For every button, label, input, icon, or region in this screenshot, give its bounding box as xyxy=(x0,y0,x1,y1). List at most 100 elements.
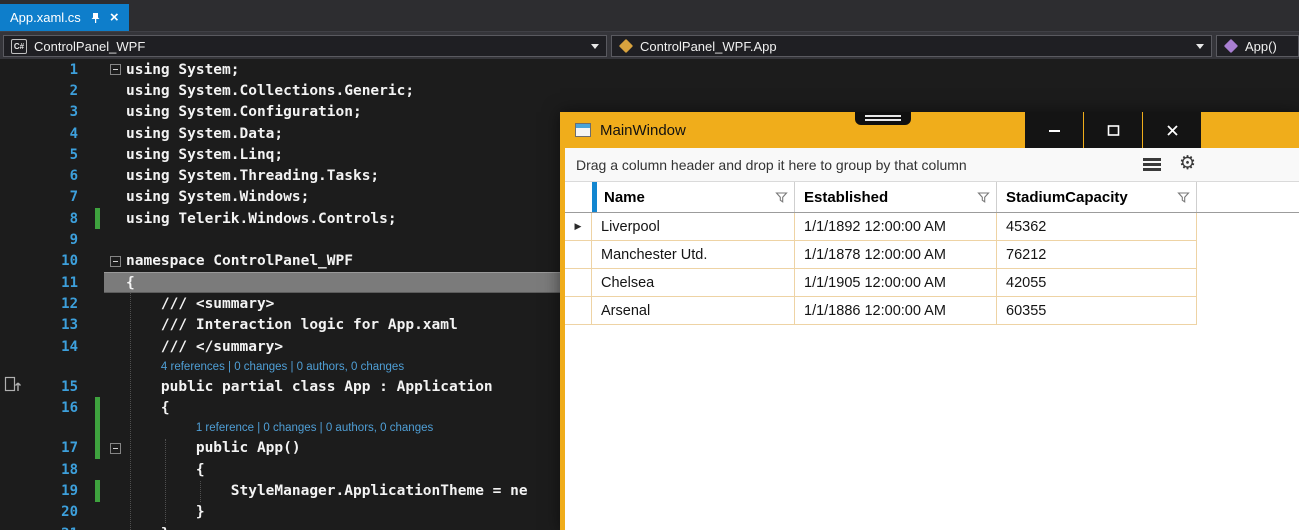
grid-menu-icon[interactable] xyxy=(1143,158,1161,173)
table-cell[interactable]: 42055 xyxy=(997,269,1197,297)
code-text[interactable]: /// <summary> xyxy=(126,296,274,312)
fold-collapse-icon[interactable] xyxy=(110,64,121,75)
breakpoint-margin[interactable] xyxy=(0,80,30,101)
line-number[interactable]: 16 xyxy=(30,400,78,416)
column-header-established[interactable]: Established xyxy=(795,182,997,212)
member-dropdown[interactable]: App() xyxy=(1216,35,1299,57)
table-cell[interactable]: Chelsea xyxy=(592,269,795,297)
code-text[interactable]: /// Interaction logic for App.xaml xyxy=(126,317,458,333)
tab-app-xaml-cs[interactable]: App.xaml.cs × xyxy=(0,4,129,31)
line-number[interactable]: 14 xyxy=(30,339,78,355)
line-number[interactable]: 11 xyxy=(30,275,78,291)
code-line[interactable]: 1using System; xyxy=(0,59,1299,80)
line-number[interactable]: 17 xyxy=(30,440,78,456)
line-number[interactable]: 7 xyxy=(30,189,78,205)
line-number[interactable]: 5 xyxy=(30,147,78,163)
code-text[interactable]: using System.Threading.Tasks; xyxy=(126,168,379,184)
line-number[interactable]: 2 xyxy=(30,83,78,99)
code-text[interactable]: } xyxy=(126,526,170,530)
breakpoint-margin[interactable] xyxy=(0,165,30,186)
column-header-stadiumcapacity[interactable]: StadiumCapacity xyxy=(997,182,1197,212)
row-indicator-cell[interactable] xyxy=(565,241,592,269)
code-text[interactable]: /// </summary> xyxy=(126,339,283,355)
breakpoint-margin[interactable] xyxy=(0,438,30,459)
breakpoint-margin[interactable] xyxy=(0,293,30,314)
breakpoint-margin[interactable] xyxy=(0,208,30,229)
table-cell[interactable]: 1/1/1886 12:00:00 AM xyxy=(795,297,997,325)
code-text[interactable]: using System.Linq; xyxy=(126,147,283,163)
breakpoint-margin[interactable] xyxy=(0,397,30,418)
table-row[interactable]: Arsenal1/1/1886 12:00:00 AM60355 xyxy=(565,297,1299,325)
breakpoint-margin[interactable] xyxy=(0,336,30,357)
table-cell[interactable]: 1/1/1878 12:00:00 AM xyxy=(795,241,997,269)
settings-gear-icon[interactable]: ⚙ xyxy=(1179,152,1196,174)
code-text[interactable]: using System.Windows; xyxy=(126,189,309,205)
breakpoint-margin[interactable] xyxy=(0,502,30,523)
code-text[interactable]: namespace ControlPanel_WPF xyxy=(126,253,353,269)
filter-icon[interactable] xyxy=(1177,191,1190,204)
code-text[interactable]: { xyxy=(126,275,135,291)
row-indicator-cell[interactable] xyxy=(565,269,592,297)
table-cell[interactable]: Liverpool xyxy=(592,213,795,241)
project-dropdown[interactable]: C# ControlPanel_WPF xyxy=(3,35,607,57)
line-number[interactable]: 21 xyxy=(30,526,78,530)
close-button[interactable] xyxy=(1143,112,1201,148)
breakpoint-margin[interactable] xyxy=(0,59,30,80)
line-number[interactable]: 3 xyxy=(30,104,78,120)
code-text[interactable]: using System; xyxy=(126,62,240,78)
row-indicator-cell[interactable]: ▶ xyxy=(565,213,592,241)
table-cell[interactable]: 60355 xyxy=(997,297,1197,325)
table-row[interactable]: Manchester Utd.1/1/1878 12:00:00 AM76212 xyxy=(565,241,1299,269)
table-cell[interactable]: Manchester Utd. xyxy=(592,241,795,269)
pin-icon[interactable] xyxy=(90,12,101,24)
column-header-name[interactable]: Name xyxy=(592,182,795,212)
fold-collapse-icon[interactable] xyxy=(110,256,121,267)
table-row[interactable]: Chelsea1/1/1905 12:00:00 AM42055 xyxy=(565,269,1299,297)
code-line[interactable]: 2 using System.Collections.Generic; xyxy=(0,80,1299,101)
type-dropdown[interactable]: ControlPanel_WPF.App xyxy=(611,35,1212,57)
code-text[interactable]: } xyxy=(126,504,205,520)
codelens-text[interactable]: 1 reference | 0 changes | 0 authors, 0 c… xyxy=(126,422,433,434)
touch-drag-handle[interactable] xyxy=(855,112,911,125)
code-text[interactable]: using Telerik.Windows.Controls; xyxy=(126,211,397,227)
breakpoint-margin[interactable] xyxy=(0,272,30,293)
group-panel[interactable]: Drag a column header and drop it here to… xyxy=(565,148,1299,182)
breakpoint-margin[interactable] xyxy=(0,315,30,336)
codelens-text[interactable]: 4 references | 0 changes | 0 authors, 0 … xyxy=(126,361,404,373)
breakpoint-margin[interactable] xyxy=(0,123,30,144)
breakpoint-margin[interactable] xyxy=(0,229,30,250)
code-text[interactable]: StyleManager.ApplicationTheme = ne xyxy=(126,483,528,499)
breakpoint-margin[interactable] xyxy=(0,459,30,480)
filter-icon[interactable] xyxy=(977,191,990,204)
table-cell[interactable]: Arsenal xyxy=(592,297,795,325)
line-number[interactable]: 13 xyxy=(30,317,78,333)
window-titlebar[interactable]: MainWindow xyxy=(565,112,1299,148)
line-number[interactable]: 9 xyxy=(30,232,78,248)
breakpoint-margin[interactable] xyxy=(0,102,30,123)
code-text[interactable]: using System.Configuration; xyxy=(126,104,362,120)
line-number[interactable]: 6 xyxy=(30,168,78,184)
filter-icon[interactable] xyxy=(775,191,788,204)
line-number[interactable]: 18 xyxy=(30,462,78,478)
code-text[interactable]: { xyxy=(126,462,205,478)
breakpoint-margin[interactable] xyxy=(0,144,30,165)
close-tab-icon[interactable]: × xyxy=(110,10,119,25)
table-row[interactable]: ▶Liverpool1/1/1892 12:00:00 AM45362 xyxy=(565,213,1299,241)
line-number[interactable]: 19 xyxy=(30,483,78,499)
breakpoint-margin[interactable] xyxy=(0,419,30,438)
breakpoint-margin[interactable] xyxy=(0,357,30,376)
line-number[interactable]: 20 xyxy=(30,504,78,520)
code-text[interactable]: public partial class App : Application xyxy=(126,379,493,395)
table-cell[interactable]: 45362 xyxy=(997,213,1197,241)
code-text[interactable]: public App() xyxy=(126,440,301,456)
table-cell[interactable]: 76212 xyxy=(997,241,1197,269)
line-number[interactable]: 15 xyxy=(30,379,78,395)
code-text[interactable]: using System.Collections.Generic; xyxy=(126,83,414,99)
fold-collapse-icon[interactable] xyxy=(110,443,121,454)
line-number[interactable]: 12 xyxy=(30,296,78,312)
breakpoint-margin[interactable] xyxy=(0,187,30,208)
code-text[interactable]: using System.Data; xyxy=(126,126,283,142)
row-indicator-cell[interactable] xyxy=(565,297,592,325)
maximize-button[interactable] xyxy=(1084,112,1142,148)
table-cell[interactable]: 1/1/1892 12:00:00 AM xyxy=(795,213,997,241)
